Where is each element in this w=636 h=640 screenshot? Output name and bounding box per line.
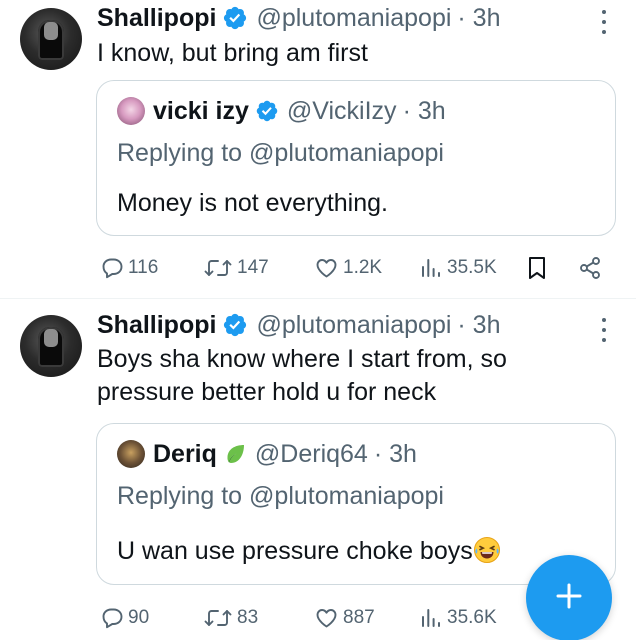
author-handle[interactable]: @plutomaniapopi [256,311,451,340]
replying-to-prefix: Replying to [117,482,250,510]
replying-to: Replying to @plutomaniapopi [117,139,444,168]
heart-icon [314,256,339,280]
reply-count: 90 [128,607,150,628]
avatar[interactable] [20,315,82,377]
quote-text: Money is not everything. [117,189,388,217]
author-name[interactable]: Shallipopi [97,4,216,33]
views-icon [419,606,443,630]
more-icon[interactable] [598,318,610,342]
reply-count: 116 [128,257,159,278]
author-name[interactable]: Shallipopi [97,311,216,340]
replying-to-handle[interactable]: @plutomaniapopi [249,139,444,167]
replying-to-handle[interactable]: @plutomaniapopi [249,482,444,510]
retweet-icon [203,256,233,280]
reply-icon [100,606,124,630]
retweet-button[interactable]: 147 [203,253,269,283]
avatar-hand [44,329,58,347]
views-count: 35.6K [447,607,497,628]
views-button[interactable]: 35.6K [419,603,497,633]
quote-time: · 3h [402,96,446,125]
tweet[interactable]: Shallipopi @plutomaniapopi · 3h I know, … [0,0,636,298]
laughing-emoji-icon [473,536,501,564]
reply-button[interactable]: 90 [100,603,149,633]
quote-author-handle: @VickiIzy [286,96,397,125]
replying-to: Replying to @plutomaniapopi [117,482,444,511]
avatar-hand [44,22,58,40]
tweet-header: Shallipopi @plutomaniapopi · 3h [97,309,501,341]
like-button[interactable]: 1.2K [314,253,382,283]
heart-icon [314,606,339,630]
retweet-button[interactable]: 83 [203,603,258,633]
quote-author-name: vicki izy [153,96,249,125]
author-handle[interactable]: @plutomaniapopi [256,4,451,33]
views-icon [419,256,443,280]
tweet-header: Shallipopi @plutomaniapopi · 3h [97,2,501,34]
like-button[interactable]: 887 [314,603,375,633]
tweet-text-line: pressure better hold u for neck [97,378,437,406]
tweet-text: Boys sha know where I start from, so pre… [97,343,617,409]
share-icon [578,256,602,280]
tweet-text-line: I know, but bring am first [97,39,368,67]
quote-text: U wan use pressure choke boys [117,536,501,566]
avatar[interactable] [20,8,82,70]
views-count: 35.5K [447,257,497,278]
quote-avatar [117,440,145,468]
reply-button[interactable]: 116 [100,253,158,283]
verified-badge-icon [222,5,248,31]
more-icon[interactable] [598,10,610,34]
quote-author-handle: @Deriq64 [254,439,368,468]
replying-to-prefix: Replying to [117,139,250,167]
reply-icon [100,256,124,280]
quote-time: · 3h [373,439,417,468]
like-count: 1.2K [343,257,383,278]
quoted-tweet[interactable]: Deriq @Deriq64 · 3h Replying to @plutoma… [96,423,616,585]
bookmark-button[interactable] [525,253,549,283]
quote-text-content: U wan use pressure choke boys [117,537,473,565]
compose-button[interactable] [526,555,612,640]
quote-avatar [117,97,145,125]
tweet-time[interactable]: · 3h [457,311,500,340]
share-button[interactable] [578,253,602,283]
tweet-time[interactable]: · 3h [457,4,500,33]
tweet-text-line: Boys sha know where I start from, so [97,345,507,373]
retweet-count: 83 [237,607,259,628]
quote-header: Deriq @Deriq64 · 3h [117,438,417,470]
quote-header: vicki izy @VickiIzy · 3h [117,95,446,127]
retweet-count: 147 [237,257,269,278]
views-button[interactable]: 35.5K [419,253,497,283]
leaf-icon [223,442,247,466]
quote-author-name: Deriq [153,439,217,468]
like-count: 887 [343,607,375,628]
tweet-text: I know, but bring am first [97,37,617,70]
tweet-actions: 116 147 1.2K 35.5K [100,253,610,283]
retweet-icon [203,606,233,630]
bookmark-icon [525,255,549,281]
plus-icon [554,581,584,616]
quoted-tweet[interactable]: vicki izy @VickiIzy · 3h Replying to @pl… [96,80,616,236]
verified-badge-icon [222,312,248,338]
verified-badge-icon [255,99,279,123]
